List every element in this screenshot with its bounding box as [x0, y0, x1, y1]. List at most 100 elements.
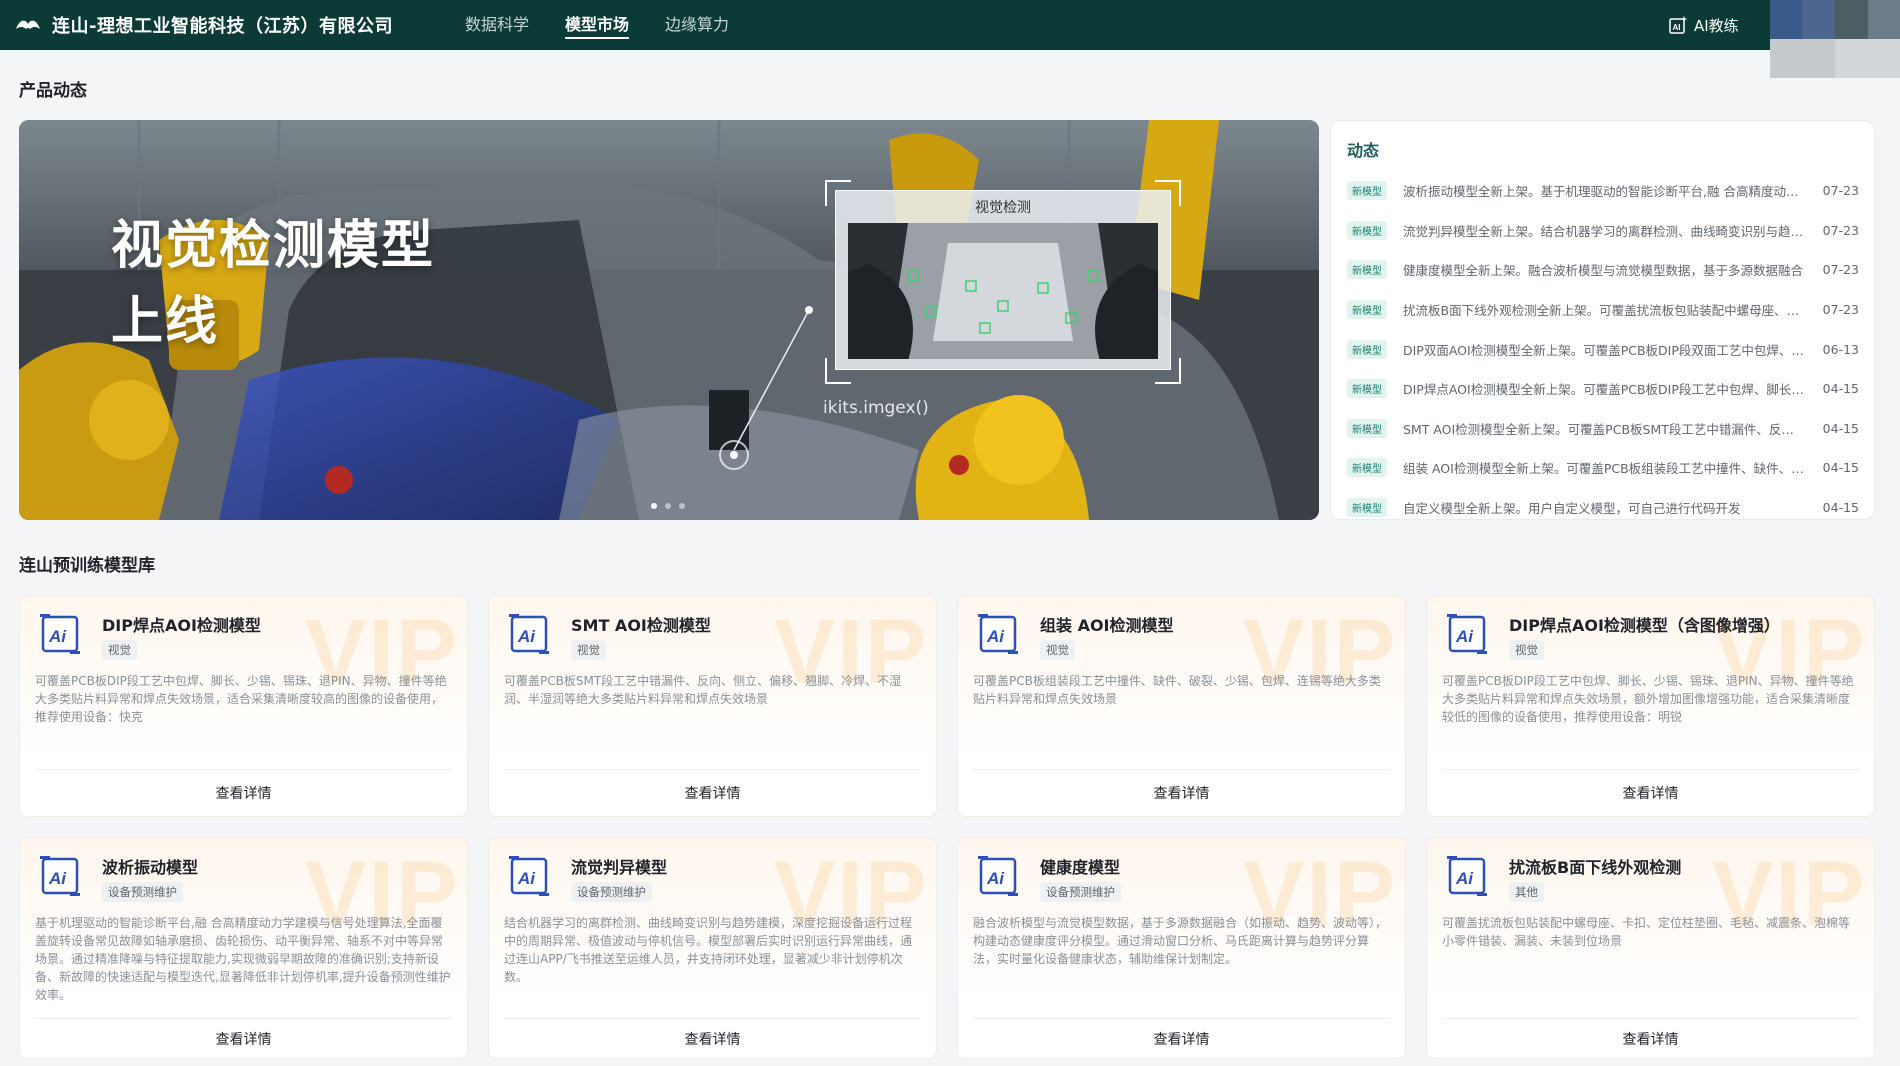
model-card[interactable]: VIP Ai SMT AOI检测模型 视觉 可覆盖PCB板SMT段工艺中错漏件、… — [488, 595, 937, 817]
company-logo-icon — [16, 20, 40, 32]
model-title: 健康度模型 — [1040, 858, 1121, 877]
card-divider — [1442, 769, 1859, 770]
news-date: 07-23 — [1822, 302, 1859, 318]
inspection-image — [848, 223, 1158, 359]
news-item[interactable]: 新模型 SMT AOI检测模型全新上架。可覆盖PCB板SMT段工艺中错漏件、反向、… — [1347, 409, 1859, 449]
model-title: SMT AOI检测模型 — [571, 616, 711, 635]
svg-text:Ai: Ai — [517, 627, 536, 646]
news-text: 健康度模型全新上架。融合波析模型与流觉模型数据，基于多源数据融合 — [1403, 263, 1804, 279]
section-title-product-news: 产品动态 — [19, 81, 87, 101]
banner-heading: 视觉检测模型 上线 — [111, 208, 435, 360]
news-text: SMT AOI检测模型全新上架。可覆盖PCB板SMT段工艺中错漏件、反向、侧立 — [1403, 421, 1805, 437]
carousel-dot-2[interactable] — [665, 503, 671, 509]
model-card[interactable]: VIP Ai 扰流板B面下线外观检测 其他 可覆盖扰流板包贴装配中螺母座、卡扣、… — [1426, 837, 1875, 1059]
brand[interactable]: 连山-理想工业智能科技（江苏）有限公司 — [14, 12, 393, 38]
model-description: 可覆盖扰流板包贴装配中螺母座、卡扣、定位柱垫圈、毛毡、减震条、泡棉等小零件错装、… — [1442, 916, 1851, 948]
news-tag: 新模型 — [1347, 379, 1387, 399]
ai-model-icon: Ai — [1447, 614, 1487, 654]
news-date: 04-15 — [1822, 420, 1859, 436]
model-description: 融合波析模型与流觉模型数据，基于多源数据融合（如振动、趋势、波动等），构建动态健… — [973, 916, 1388, 966]
news-feed-title: 动态 — [1347, 141, 1380, 160]
carousel-dot-3[interactable] — [679, 503, 685, 509]
promo-banner[interactable]: 视觉检测模型 上线 视觉检测 ikits.imgex() — [19, 120, 1319, 520]
news-text: 波析振动模型全新上架。基于机理驱动的智能诊断平台,融 合高精度动力学建模与信号处… — [1403, 184, 1805, 200]
nav-edge-computing[interactable]: 边缘算力 — [665, 0, 729, 50]
news-item[interactable]: 新模型 DIP焊点AOI检测模型全新上架。可覆盖PCB板DIP段工艺中包焊、脚长、… — [1347, 369, 1859, 409]
view-details-link[interactable]: 查看详情 — [489, 1020, 936, 1058]
card-divider — [973, 769, 1390, 770]
news-date: 07-23 — [1822, 222, 1859, 238]
model-card[interactable]: VIP Ai DIP焊点AOI检测模型 视觉 可覆盖PCB板DIP段工艺中包焊、… — [19, 595, 468, 817]
top-navigation-bar: 连山-理想工业智能科技（江苏）有限公司 数据科学 模型市场 边缘算力 AI AI… — [0, 0, 1900, 78]
news-list: 新模型波析振动模型全新上架。基于机理驱动的智能诊断平台,融 合高精度动力学建模与… — [1347, 171, 1859, 527]
view-details-link[interactable]: 查看详情 — [20, 1020, 467, 1058]
view-details-link[interactable]: 查看详情 — [489, 774, 936, 814]
svg-text:AI: AI — [1673, 23, 1681, 32]
model-description: 可覆盖PCB板SMT段工艺中错漏件、反向、侧立、偏移、翘脚、冷焊、不湿润、半湿润… — [504, 674, 902, 706]
model-card[interactable]: VIP Ai DIP焊点AOI检测模型（含图像增强） 视觉 可覆盖PCB板DIP… — [1426, 595, 1875, 817]
view-details-link[interactable]: 查看详情 — [1427, 1020, 1874, 1058]
model-category-tag: 视觉 — [1509, 640, 1544, 660]
ai-model-icon: Ai — [509, 856, 549, 896]
model-card[interactable]: VIP Ai 健康度模型 设备预测维护 融合波析模型与流觉模型数据，基于多源数据… — [957, 837, 1406, 1059]
svg-text:Ai: Ai — [517, 869, 536, 888]
view-details-link[interactable]: 查看详情 — [958, 1020, 1405, 1058]
news-item[interactable]: 新模型 流觉判异模型全新上架。结合机器学习的离群检测、曲线畸变识别与趋势建模 07-… — [1347, 211, 1859, 251]
view-details-link[interactable]: 查看详情 — [958, 774, 1405, 814]
news-date: 07-23 — [1822, 183, 1859, 199]
news-tag: 新模型 — [1347, 458, 1387, 478]
news-item[interactable]: 新模型 扰流板B面下线外观检测全新上架。可覆盖扰流板包贴装配中螺母座、卡扣 07-2… — [1347, 290, 1859, 330]
news-tag: 新模型 — [1347, 418, 1387, 438]
view-details-link[interactable]: 查看详情 — [1427, 774, 1874, 814]
card-divider — [504, 769, 921, 770]
ai-coach-button[interactable]: AI AI教练 — [1668, 0, 1739, 50]
news-date: 07-23 — [1822, 262, 1859, 278]
news-date: 06-13 — [1822, 341, 1859, 357]
model-category-tag: 视觉 — [1040, 640, 1075, 660]
news-tag: 新模型 — [1347, 498, 1387, 518]
carousel-indicators — [651, 503, 693, 509]
svg-text:Ai: Ai — [48, 627, 67, 646]
news-item[interactable]: 新模型 健康度模型全新上架。融合波析模型与流觉模型数据，基于多源数据融合 07-23 — [1347, 250, 1859, 290]
user-avatar[interactable] — [1770, 0, 1900, 78]
model-category-tag: 设备预测维护 — [1040, 882, 1121, 902]
news-text: 流觉判异模型全新上架。结合机器学习的离群检测、曲线畸变识别与趋势建模 — [1403, 223, 1805, 239]
news-tag: 新模型 — [1347, 220, 1387, 240]
model-title: 组装 AOI检测模型 — [1040, 616, 1174, 635]
model-card[interactable]: VIP Ai 流觉判异模型 设备预测维护 结合机器学习的离群检测、曲线畸变识别与… — [488, 837, 937, 1059]
model-category-tag: 设备预测维护 — [102, 882, 183, 902]
nav-model-market[interactable]: 模型市场 — [565, 0, 630, 50]
company-name: 连山-理想工业智能科技（江苏）有限公司 — [52, 16, 393, 37]
news-tag: 新模型 — [1347, 181, 1387, 201]
model-description: 基于机理驱动的智能诊断平台,融 合高精度动力学建模与信号处理算法,全面覆盖旋转设… — [35, 916, 451, 1002]
news-text: 扰流板B面下线外观检测全新上架。可覆盖扰流板包贴装配中螺母座、卡扣 — [1403, 303, 1805, 319]
news-item[interactable]: 新模型 组装 AOI检测模型全新上架。可覆盖PCB板组装段工艺中撞件、缺件、破裂 0… — [1347, 448, 1859, 488]
model-card[interactable]: VIP Ai 组装 AOI检测模型 视觉 可覆盖PCB板组装段工艺中撞件、缺件、… — [957, 595, 1406, 817]
news-item[interactable]: 新模型波析振动模型全新上架。基于机理驱动的智能诊断平台,融 合高精度动力学建模与… — [1347, 171, 1859, 211]
main-nav: 数据科学 模型市场 边缘算力 — [465, 0, 765, 50]
vision-inspection-panel: 视觉检测 — [835, 190, 1171, 370]
model-title: DIP焊点AOI检测模型（含图像增强） — [1509, 616, 1780, 635]
news-tag: 新模型 — [1347, 339, 1387, 359]
banner-caption: ikits.imgex() — [823, 398, 929, 418]
ai-model-icon: Ai — [40, 856, 80, 896]
vision-inspection-label: 视觉检测 — [975, 200, 1031, 216]
model-description: 可覆盖PCB板DIP段工艺中包焊、脚长、少锡、锡珠、退PIN、异物、撞件等绝大多… — [1442, 674, 1854, 724]
news-date: 04-15 — [1822, 381, 1859, 397]
carousel-dot-1[interactable] — [651, 503, 657, 509]
ai-model-icon: Ai — [40, 614, 80, 654]
news-text: DIP焊点AOI检测模型全新上架。可覆盖PCB板DIP段工艺中包焊、脚长、少锡 — [1403, 382, 1805, 398]
svg-text:Ai: Ai — [48, 869, 67, 888]
model-title: 波析振动模型 — [102, 858, 199, 877]
news-text: 组装 AOI检测模型全新上架。可覆盖PCB板组装段工艺中撞件、缺件、破裂 — [1403, 461, 1805, 477]
news-feed-panel: 动态 新模型波析振动模型全新上架。基于机理驱动的智能诊断平台,融 合高精度动力学… — [1330, 120, 1875, 520]
banner-heading-line2: 上线 — [111, 292, 220, 352]
news-date: 04-15 — [1822, 460, 1859, 476]
news-item[interactable]: 新模型 DIP双面AOI检测模型全新上架。可覆盖PCB板DIP段双面工艺中包焊、脚… — [1347, 329, 1859, 369]
nav-data-science[interactable]: 数据科学 — [465, 0, 529, 50]
card-divider — [504, 1018, 921, 1019]
model-card[interactable]: VIP Ai 波析振动模型 设备预测维护 基于机理驱动的智能诊断平台,融 合高精… — [19, 837, 468, 1059]
view-details-link[interactable]: 查看详情 — [20, 774, 467, 814]
news-item[interactable]: 新模型 自定义模型全新上架。用户自定义模型，可自己进行代码开发 04-15 — [1347, 488, 1859, 528]
card-divider — [1442, 1018, 1859, 1019]
